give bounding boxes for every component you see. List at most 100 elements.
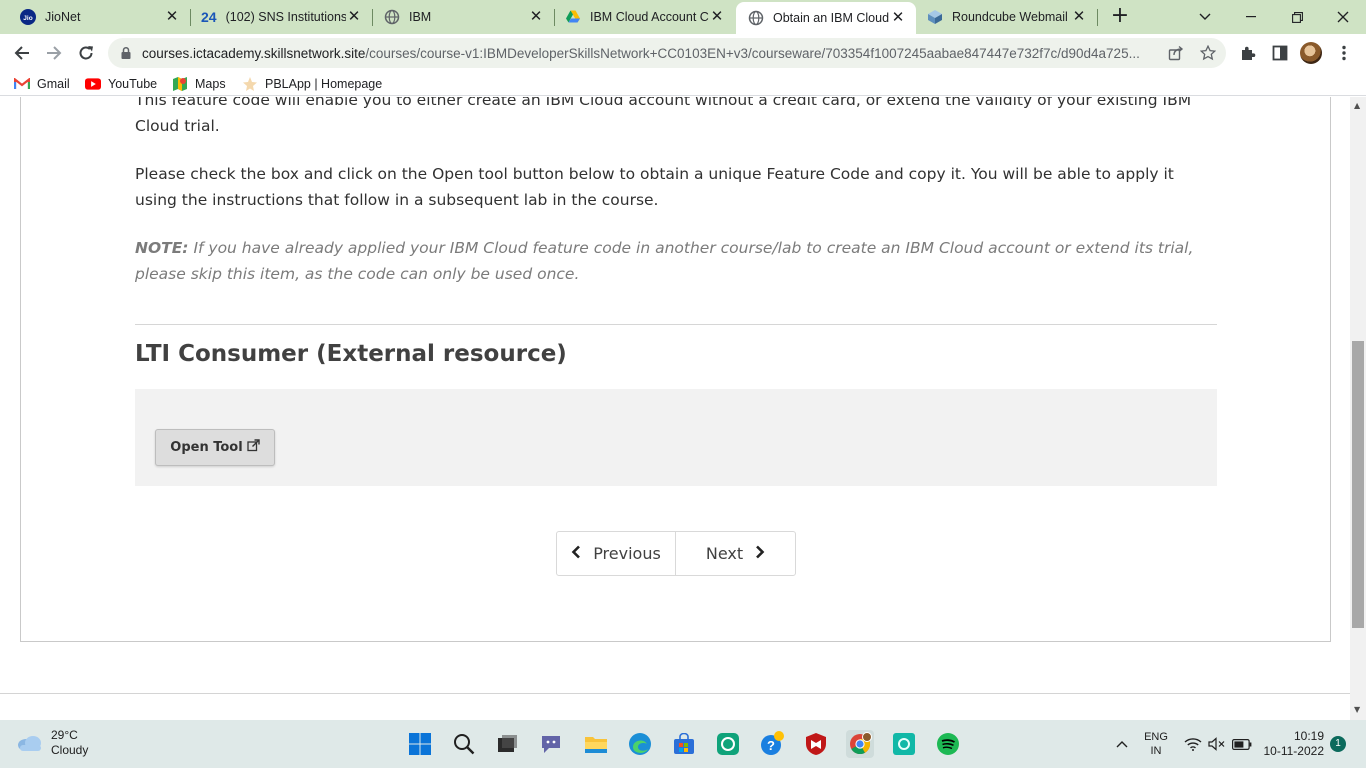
previous-label: Previous [593,544,661,563]
cloud-icon [18,736,41,751]
tab-roundcube-webmail[interactable]: Roundcube Webmail :: ✕ [917,0,1097,34]
close-icon[interactable]: ✕ [1071,9,1087,25]
tab-jionet[interactable]: Jio JioNet ✕ [0,0,190,34]
page-viewport: This feature code will enable you to eit… [0,97,1350,720]
tab-ibm-cloud-account[interactable]: IBM Cloud Account Cr ✕ [545,0,735,34]
tab-search-icon[interactable] [1182,0,1228,34]
globe-icon [384,9,400,25]
reload-button[interactable] [72,39,100,67]
open-tool-label: Open Tool [170,440,243,455]
close-icon[interactable]: ✕ [346,9,362,25]
bookmark-pblapp[interactable]: PBLApp | Homepage [242,72,382,96]
close-icon[interactable]: ✕ [709,9,725,25]
bookmarks-bar: Gmail YouTube Maps PBLApp | Homepage [0,72,1366,96]
footer-divider [0,693,1350,694]
close-icon[interactable]: ✕ [890,10,906,26]
page-scrollbar[interactable]: ▲ ▼ [1350,97,1366,720]
spotify-icon[interactable] [934,730,962,758]
scrollbar-thumb[interactable] [1352,341,1364,628]
next-button[interactable]: Next [676,532,795,575]
jio-icon: Jio [20,9,36,25]
bookmark-gmail[interactable]: Gmail [14,72,70,96]
close-icon[interactable]: ✕ [528,9,544,25]
tab-label: Obtain an IBM Cloud F [773,11,890,25]
instructions-paragraph: Please check the box and click on the Op… [135,165,1174,209]
edge-browser-icon[interactable] [626,730,654,758]
profile-avatar[interactable] [1300,42,1322,64]
file-explorer-icon[interactable] [582,730,610,758]
close-icon[interactable]: ✕ [164,9,180,25]
tips-app-icon[interactable]: ? [758,730,786,758]
next-label: Next [705,544,744,563]
restore-icon[interactable] [1274,0,1320,34]
forward-button[interactable] [40,39,68,67]
bookmark-label: Gmail [37,77,70,91]
svg-text:Jio: Jio [23,15,32,22]
bookmark-star-icon[interactable] [1199,44,1217,61]
chrome-browser-icon[interactable] [846,730,874,758]
lti-tool-panel: Open Tool [135,389,1217,486]
tab-label: IBM Cloud Account Cr [590,10,709,24]
task-view-icon[interactable] [493,730,521,758]
share-icon[interactable] [1168,45,1184,61]
chevron-left-icon [571,543,581,564]
side-panel-icon[interactable] [1270,43,1290,63]
notification-badge[interactable]: 1 [1330,736,1346,752]
volume-muted-icon[interactable] [1206,720,1228,768]
language-code: ENG [1144,731,1168,743]
system-clock[interactable]: 10:19 10-11-2022 [1262,729,1325,759]
tab-ibm[interactable]: IBM ✕ [364,0,554,34]
tab-obtain-ibm-cloud[interactable]: Obtain an IBM Cloud F ✕ [736,2,916,34]
back-button[interactable] [8,39,36,67]
bookmark-label: Maps [195,77,226,91]
bookmark-label: PBLApp | Homepage [265,77,383,91]
google-drive-icon [565,9,581,25]
note-text: If you have already applied your IBM Clo… [135,239,1194,283]
tab-label: (102) SNS Institutions [225,10,346,24]
tab-label: Roundcube Webmail :: [952,10,1071,24]
scroll-down-arrow-icon[interactable]: ▼ [1354,705,1360,714]
extensions-icon[interactable] [1238,43,1258,63]
window-close-icon[interactable] [1320,0,1366,34]
minimize-icon[interactable] [1228,0,1274,34]
show-hidden-icons-chevron-icon[interactable] [1110,720,1134,768]
start-button-icon[interactable] [406,730,434,758]
whatsapp-app-icon[interactable] [714,730,742,758]
weather-description: Cloudy [51,743,89,757]
bookmark-youtube[interactable]: YouTube [85,72,157,96]
battery-icon[interactable] [1230,720,1254,768]
mcafee-icon[interactable] [802,730,830,758]
language-indicator[interactable]: ENG IN [1138,720,1174,768]
section-divider [135,324,1217,325]
address-bar[interactable]: courses.ictacademy.skillsnetwork.site/co… [108,38,1226,68]
roundcube-icon [927,9,943,25]
windows-taskbar: 29°C Cloudy ? ENG IN 10:19 10-11-2022 1 [0,720,1366,768]
note-label: NOTE: [135,239,189,257]
sns-24-icon: 24 [201,9,217,25]
bookmark-maps[interactable]: Maps [172,72,226,96]
scroll-up-arrow-icon[interactable]: ▲ [1354,101,1360,110]
tab-sns-institutions[interactable]: 24 (102) SNS Institutions ✕ [181,0,372,34]
pblapp-icon [242,76,258,92]
maps-icon [172,76,188,92]
note-paragraph: NOTE: If you have already applied your I… [135,235,1217,287]
tab-label: JioNet [45,10,81,24]
language-region: IN [1150,745,1162,757]
menu-kebab-icon[interactable] [1334,43,1354,63]
url-path: /courses/course-v1:IBMDeveloperSkillsNet… [365,45,1140,61]
weather-temperature: 29°C [51,728,78,742]
search-icon[interactable] [450,730,478,758]
microsoft-store-icon[interactable] [670,730,698,758]
tab-separator [1097,9,1098,26]
url-host: courses.ictacademy.skillsnetwork.site [142,45,366,61]
open-tool-button[interactable]: Open Tool [155,429,275,466]
weather-widget[interactable]: 29°C Cloudy [16,728,88,758]
teams-chat-icon[interactable] [537,730,565,758]
globe-icon [748,10,764,26]
teal-app-icon[interactable] [890,730,918,758]
new-tab-button[interactable]: + [1108,5,1132,29]
feature-code-intro: This feature code will enable you to eit… [135,97,1192,135]
youtube-icon [85,76,101,92]
wifi-icon[interactable] [1182,720,1204,768]
previous-button[interactable]: Previous [557,532,676,575]
